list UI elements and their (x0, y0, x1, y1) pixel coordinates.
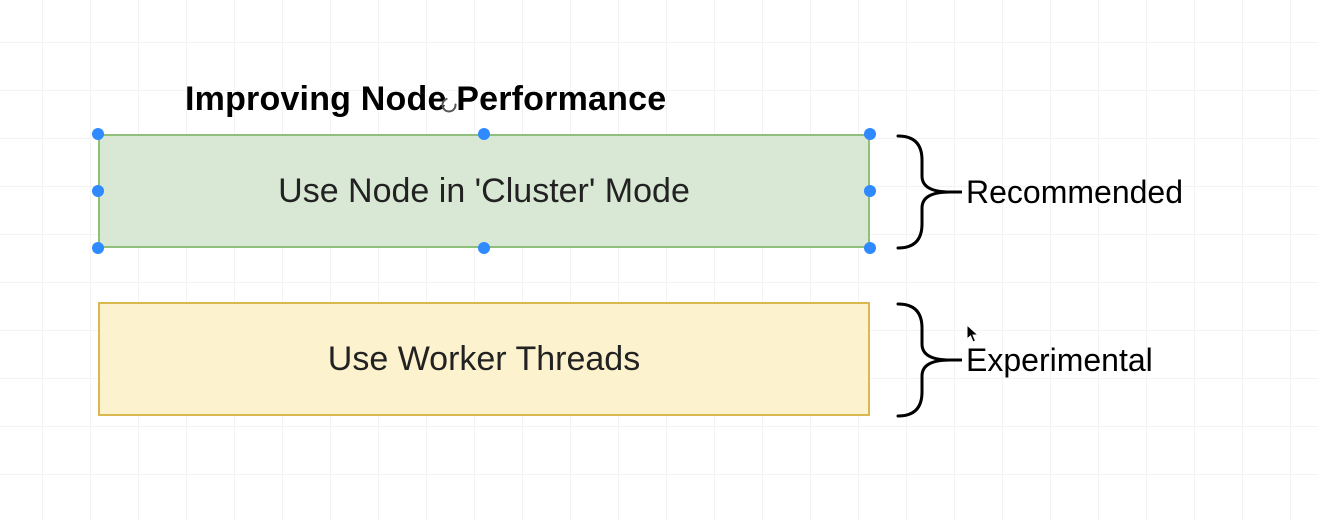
brace-icon (892, 134, 962, 250)
canvas-grid (0, 0, 1318, 520)
option-box-text: Use Node in 'Cluster' Mode (278, 172, 690, 211)
mouse-cursor-icon (966, 324, 980, 344)
diagram-title: Improving Node Performance (185, 80, 666, 119)
option-box-cluster-mode[interactable]: Use Node in 'Cluster' Mode (98, 134, 870, 248)
brace-icon (892, 302, 962, 418)
annotation-label-experimental: Experimental (966, 342, 1153, 379)
option-box-text: Use Worker Threads (328, 340, 640, 379)
annotation-label-recommended: Recommended (966, 174, 1183, 211)
option-box-worker-threads[interactable]: Use Worker Threads (98, 302, 870, 416)
